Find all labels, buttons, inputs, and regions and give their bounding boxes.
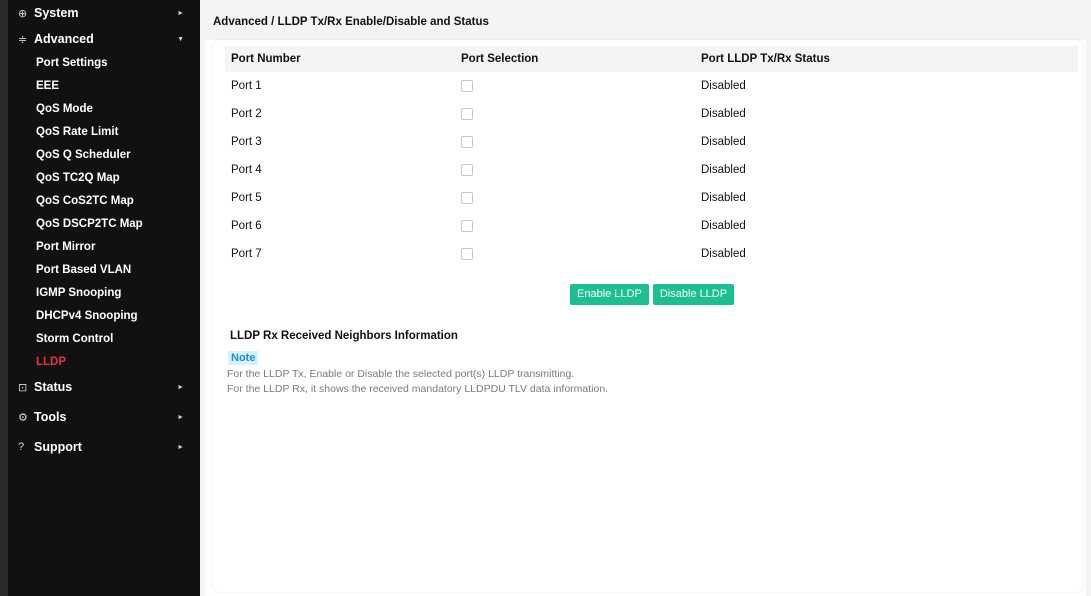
enable-lldp-button[interactable]: Enable LLDP [570,284,649,305]
port-lldp-status: Disabled [701,164,746,176]
submenu-qos-mode[interactable]: QoS Mode [8,98,200,121]
help-circle-icon: ? [18,441,25,453]
submenu-qos-tc2q-map[interactable]: QoS TC2Q Map [8,167,200,190]
submenu-eee[interactable]: EEE [8,75,200,98]
column-header-lldp-status: Port LLDP Tx/Rx Status [701,53,830,65]
submenu-storm-control[interactable]: Storm Control [8,328,200,351]
port-lldp-status: Disabled [701,108,746,120]
port-lldp-status: Disabled [701,80,746,92]
globe-icon: ⊕ [18,7,28,20]
sidebar: ⊕ System ► ≑ Advanced ▼ Port Settings EE… [0,0,200,596]
sidebar-item-label: Advanced [34,32,94,46]
port-number: Port 7 [231,248,262,260]
port-number: Port 4 [231,164,262,176]
note-line-tx: For the LLDP Tx, Enable or Disable the s… [227,368,575,380]
main-content: Advanced / LLDP Tx/Rx Enable/Disable and… [200,0,1091,596]
port-lldp-status: Disabled [701,220,746,232]
content-panel: Port Number Port Selection Port LLDP Tx/… [213,40,1083,592]
port-number: Port 1 [231,80,262,92]
neighbors-section-title: LLDP Rx Received Neighbors Information [230,330,458,342]
breadcrumb: Advanced / LLDP Tx/Rx Enable/Disable and… [205,0,1086,40]
column-header-port-number: Port Number [231,53,301,65]
chevron-right-icon: ► [177,383,184,391]
submenu-qos-cos2tc-map[interactable]: QoS CoS2TC Map [8,190,200,213]
port-selection-checkbox[interactable] [461,135,473,148]
table-row: Port 1 Disabled [225,72,1078,100]
submenu-lldp[interactable]: LLDP [8,351,200,374]
gear-icon: ⚙ [18,411,28,424]
port-selection-checkbox[interactable] [461,219,473,232]
chevron-right-icon: ► [177,443,184,451]
sidebar-item-label: Status [34,380,73,394]
sidebar-item-label: System [34,6,79,20]
port-number: Port 3 [231,136,262,148]
table-row: Port 3 Disabled [225,128,1078,156]
action-buttons: Enable LLDP Disable LLDP [570,284,735,305]
table-row: Port 2 Disabled [225,100,1078,128]
submenu-port-mirror[interactable]: Port Mirror [8,236,200,259]
sliders-icon: ≑ [18,33,28,46]
table-row: Port 6 Disabled [225,212,1078,240]
sidebar-item-advanced[interactable]: ≑ Advanced ▼ [8,26,200,52]
chevron-right-icon: ► [177,9,184,17]
port-selection-checkbox[interactable] [461,107,473,120]
chevron-right-icon: ► [177,413,184,421]
sidebar-item-label: Support [34,440,82,454]
port-number: Port 6 [231,220,262,232]
port-lldp-status: Disabled [701,248,746,260]
lldp-port-table: Port Number Port Selection Port LLDP Tx/… [225,46,1078,268]
monitor-icon: ⊡ [18,381,28,394]
table-row: Port 7 Disabled [225,240,1078,268]
submenu-dhcpv4-snooping[interactable]: DHCPv4 Snooping [8,305,200,328]
sidebar-item-status[interactable]: ⊡ Status ► [8,374,200,400]
table-row: Port 4 Disabled [225,156,1078,184]
port-number: Port 2 [231,108,262,120]
submenu-qos-dscp2tc-map[interactable]: QoS DSCP2TC Map [8,213,200,236]
disable-lldp-button[interactable]: Disable LLDP [652,284,735,305]
sidebar-item-system[interactable]: ⊕ System ► [8,0,200,26]
port-selection-checkbox[interactable] [461,79,473,92]
port-number: Port 5 [231,192,262,204]
sidebar-item-label: Tools [34,410,67,424]
chevron-down-icon: ▼ [177,35,184,43]
sidebar-item-support[interactable]: ? Support ► [8,434,200,460]
column-header-port-selection: Port Selection [461,53,539,65]
table-header: Port Number Port Selection Port LLDP Tx/… [225,46,1078,72]
port-selection-checkbox[interactable] [461,163,473,176]
submenu-port-settings[interactable]: Port Settings [8,52,200,75]
submenu-qos-rate-limit[interactable]: QoS Rate Limit [8,121,200,144]
submenu-port-based-vlan[interactable]: Port Based VLAN [8,259,200,282]
port-selection-checkbox[interactable] [461,191,473,204]
port-selection-checkbox[interactable] [461,247,473,260]
submenu-qos-q-scheduler[interactable]: QoS Q Scheduler [8,144,200,167]
submenu-igmp-snooping[interactable]: IGMP Snooping [8,282,200,305]
port-lldp-status: Disabled [701,136,746,148]
note-line-rx: For the LLDP Rx, it shows the received m… [227,383,609,395]
note-badge: Note [228,351,259,365]
table-row: Port 5 Disabled [225,184,1078,212]
port-lldp-status: Disabled [701,192,746,204]
sidebar-item-tools[interactable]: ⚙ Tools ► [8,404,200,430]
